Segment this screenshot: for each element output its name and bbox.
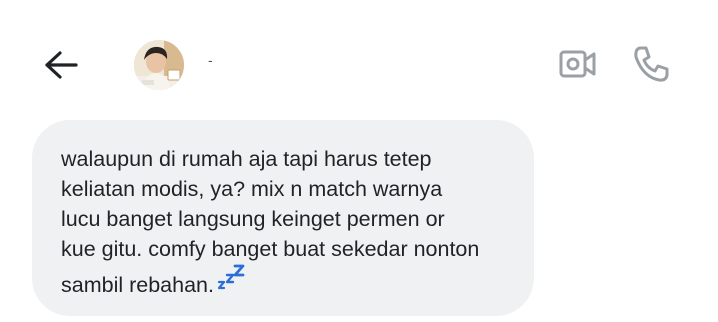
avatar[interactable] [134,40,184,90]
chat-screen: - walaupun di rumah aja tapi harus tetep… [0,0,718,322]
zzz-emoji [217,264,245,290]
contact-name[interactable]: - [208,52,213,68]
message-line-1: walaupun di rumah aja tapi harus tetep [61,147,432,171]
phone-icon [634,46,669,82]
video-camera-icon [559,50,596,78]
chat-header: - [0,0,718,120]
message-line-3: lucu banget langsung keinget permen or [61,207,445,231]
voice-call-button[interactable] [628,42,674,86]
message-line-5-text: sambil rebahan. [61,273,214,297]
message-bubble[interactable]: walaupun di rumah aja tapi harus tetep k… [32,120,534,316]
avatar-photo [134,40,184,90]
back-button[interactable] [38,44,84,86]
message-line-4: kue gitu. comfy banget buat sekedar nont… [61,237,480,261]
message-line-2: keliatan modis, ya? mix n match warnya [61,177,443,201]
message-line-5: sambil rebahan. [61,264,512,300]
arrow-left-icon [45,51,78,79]
video-call-button[interactable] [555,44,601,84]
